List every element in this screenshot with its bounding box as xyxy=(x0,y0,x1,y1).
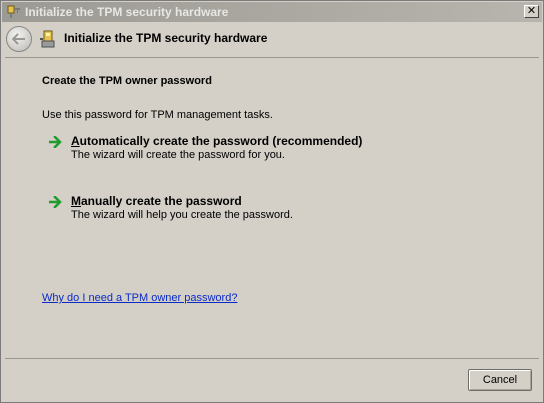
auto-create-description: The wizard will create the password for … xyxy=(71,149,285,161)
section-title: Create the TPM owner password xyxy=(42,75,212,87)
wizard-header: Initialize the TPM security hardware xyxy=(2,23,542,55)
help-link[interactable]: Why do I need a TPM owner password? xyxy=(42,292,237,304)
close-button[interactable]: ✕ xyxy=(524,5,539,18)
back-button[interactable] xyxy=(6,26,32,52)
manual-create-description: The wizard will help you create the pass… xyxy=(71,209,293,221)
access-key: A xyxy=(71,134,80,148)
tpm-key-icon xyxy=(6,4,22,20)
green-arrow-icon xyxy=(49,136,62,148)
title-bar[interactable]: Initialize the TPM security hardware ✕ xyxy=(2,2,542,22)
window-title: Initialize the TPM security hardware xyxy=(25,5,229,19)
manual-create-title: Manually create the password xyxy=(71,194,242,208)
auto-create-title: Automatically create the password (recom… xyxy=(71,134,362,148)
option-title-text: anually create the password xyxy=(81,194,242,208)
cancel-button[interactable]: Cancel xyxy=(468,369,532,391)
close-icon: ✕ xyxy=(526,5,537,17)
tpm-chip-icon xyxy=(40,30,56,48)
content-panel: Create the TPM owner password Use this p… xyxy=(5,57,539,359)
access-key: M xyxy=(71,194,81,208)
option-title-text: utomatically create the password (recomm… xyxy=(79,134,363,148)
green-arrow-icon xyxy=(49,196,62,208)
intro-text: Use this password for TPM management tas… xyxy=(42,109,273,121)
back-arrow-icon xyxy=(12,33,25,45)
wizard-window: Initialize the TPM security hardware ✕ I… xyxy=(0,0,544,403)
page-title: Initialize the TPM security hardware xyxy=(64,31,268,45)
